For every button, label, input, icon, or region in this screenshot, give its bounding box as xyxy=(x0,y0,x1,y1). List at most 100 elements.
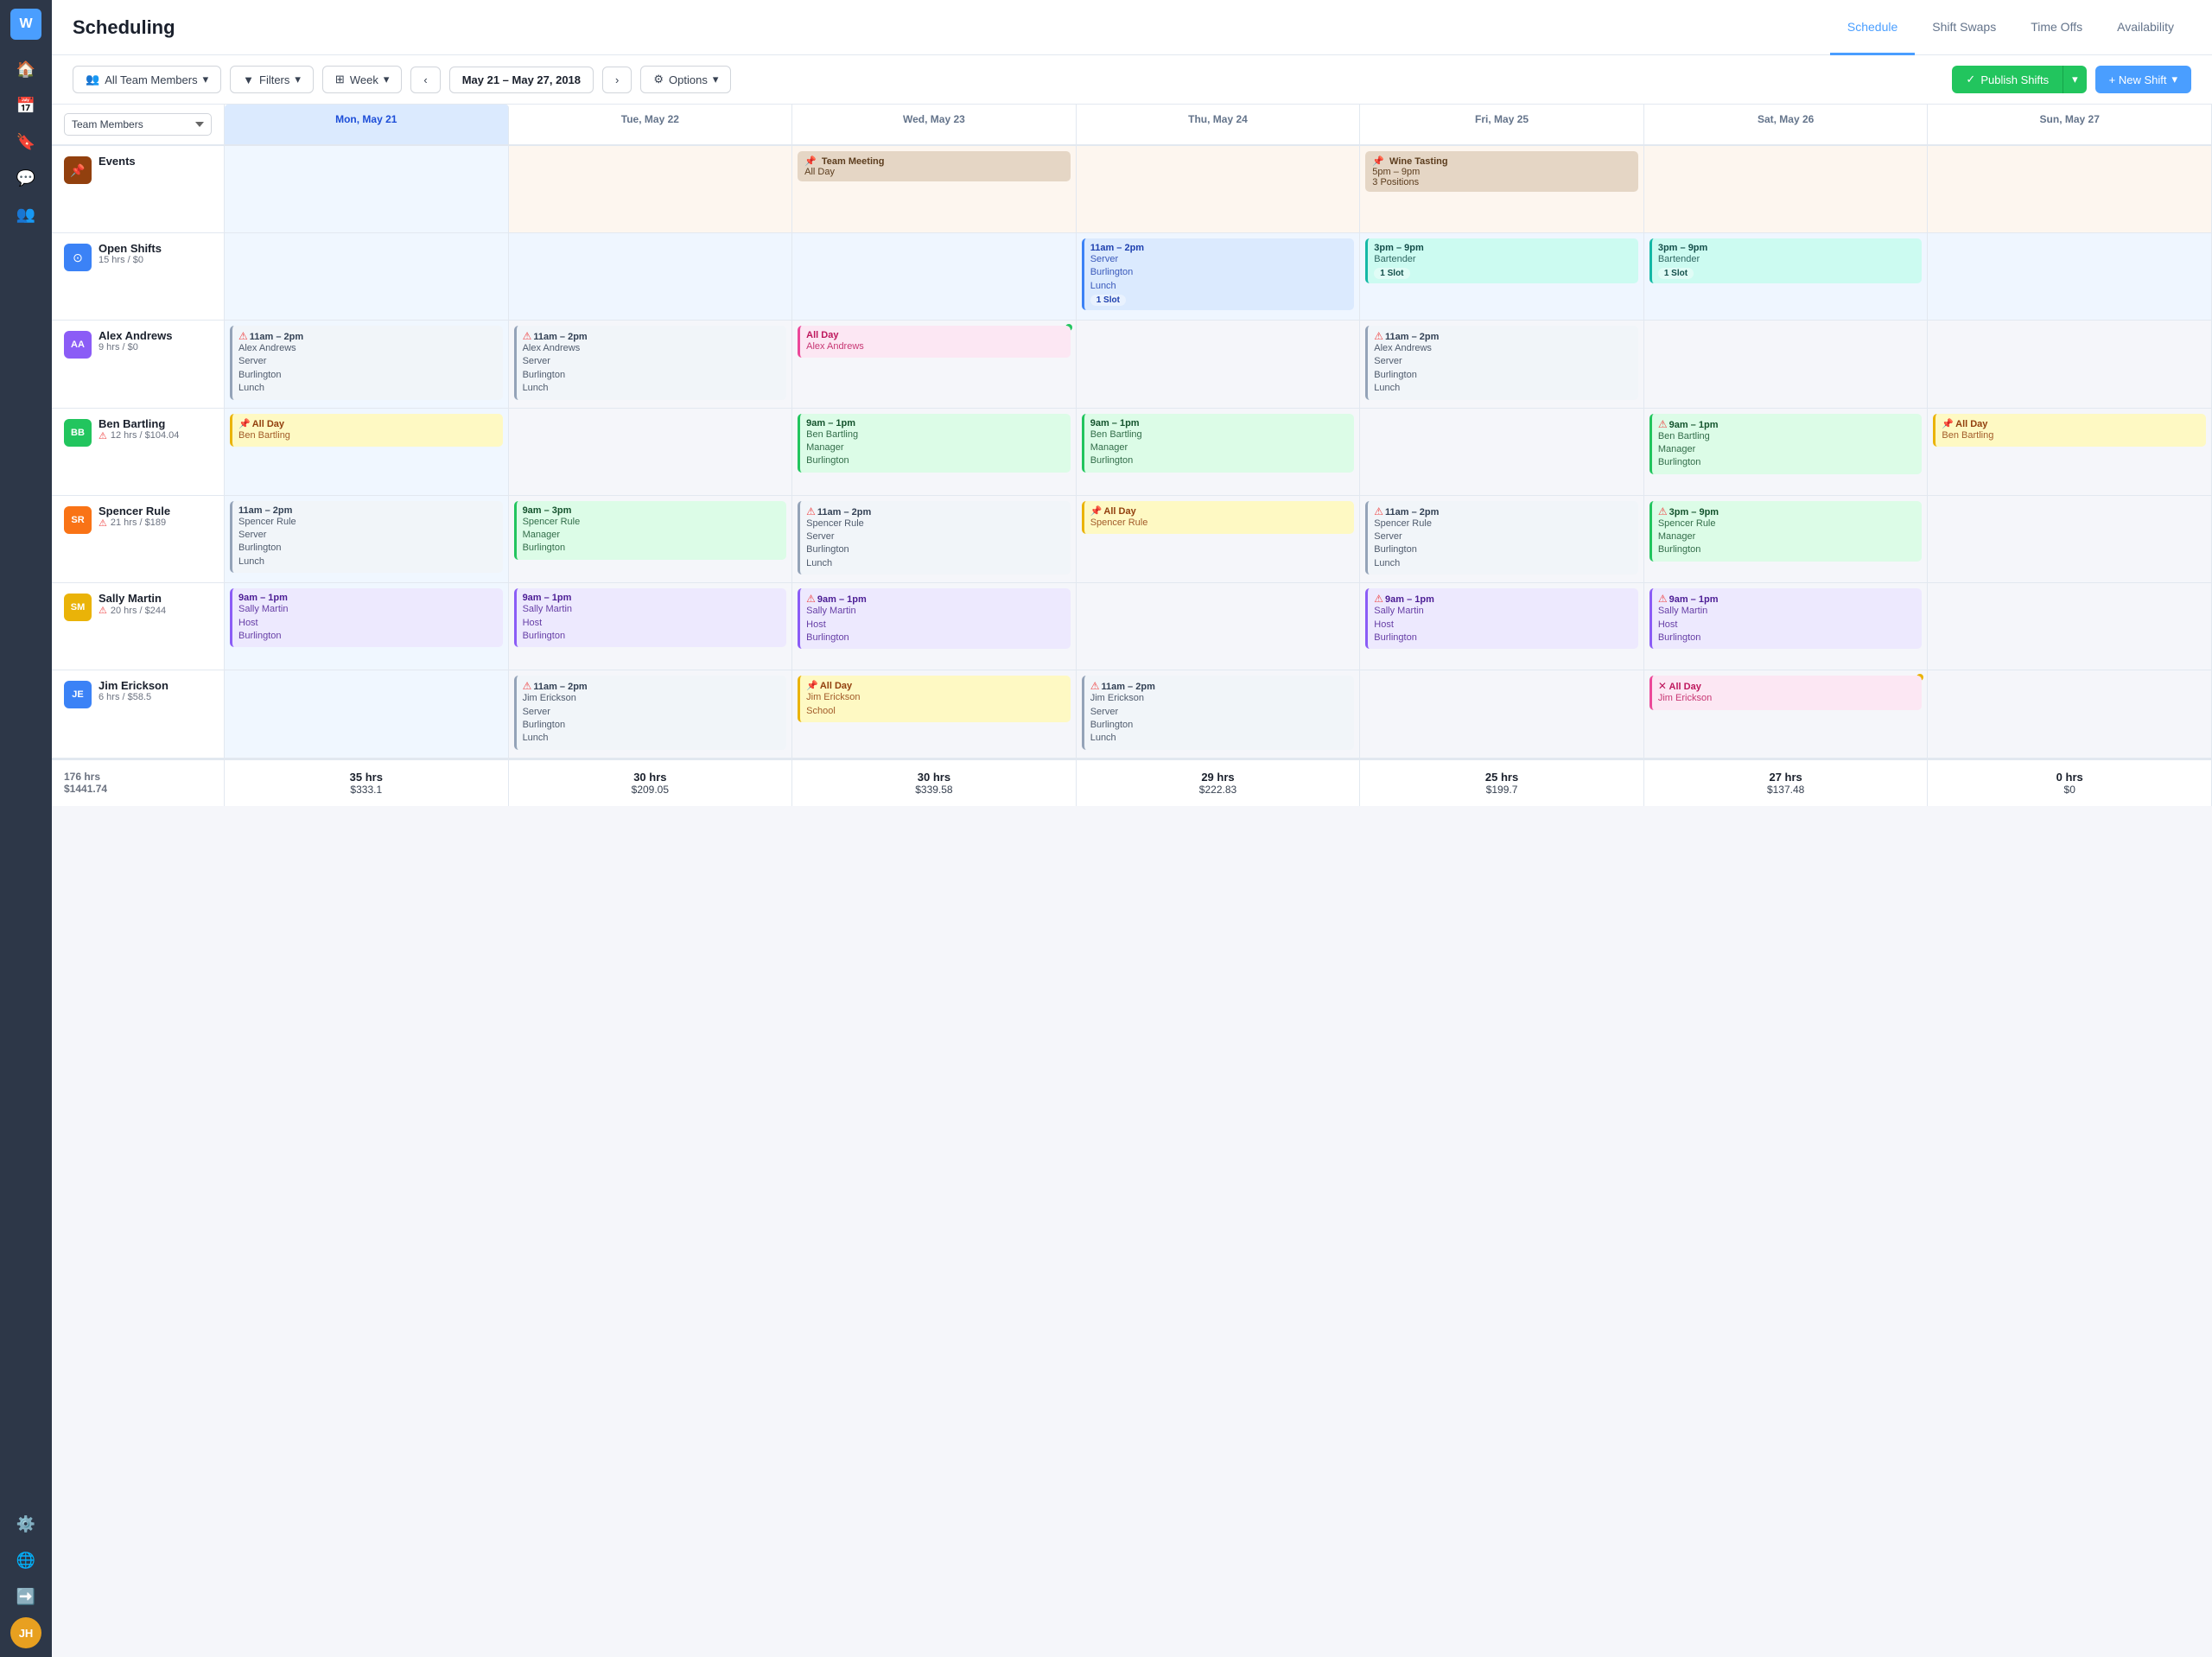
events-cell-4[interactable]: 📌 Wine Tasting 5pm – 9pm 3 Positions xyxy=(1360,146,1644,232)
spencer-cell-4[interactable]: ⚠11am – 2pm Spencer RuleServerBurlington… xyxy=(1360,496,1644,583)
ben-cell-6[interactable]: 📌All Day Ben Bartling xyxy=(1928,409,2212,495)
open-shifts-cell-5[interactable]: 3pm – 9pm Bartender 1 Slot xyxy=(1644,233,1929,320)
jim-shift-wed[interactable]: 📌All Day Jim EricksonSchool xyxy=(798,676,1071,722)
events-cell-2[interactable]: 📌 Team Meeting All Day xyxy=(792,146,1077,232)
ben-shift-thu[interactable]: 9am – 1pm Ben BartlingManagerBurlington xyxy=(1082,414,1355,473)
sally-cell-4[interactable]: ⚠9am – 1pm Sally MartinHostBurlington xyxy=(1360,583,1644,670)
sally-cell-0[interactable]: 9am – 1pm Sally MartinHostBurlington xyxy=(225,583,509,670)
ben-cell-3[interactable]: 9am – 1pm Ben BartlingManagerBurlington xyxy=(1077,409,1361,495)
new-shift-button[interactable]: + New Shift ▾ xyxy=(2095,66,2191,93)
alex-cell-5[interactable] xyxy=(1644,321,1929,408)
jim-shift-tue[interactable]: ⚠11am – 2pm Jim EricksonServerBurlington… xyxy=(514,676,787,750)
sally-shift-tue[interactable]: 9am – 1pm Sally MartinHostBurlington xyxy=(514,588,787,647)
sally-shift-sat[interactable]: ⚠9am – 1pm Sally MartinHostBurlington xyxy=(1649,588,1923,649)
alex-cell-2[interactable]: All Day Alex Andrews xyxy=(792,321,1077,408)
alex-cell-0[interactable]: ⚠11am – 2pm Alex AndrewsServerBurlington… xyxy=(225,321,509,408)
ben-cell-4[interactable] xyxy=(1360,409,1644,495)
alex-cell-4[interactable]: ⚠11am – 2pm Alex AndrewsServerBurlington… xyxy=(1360,321,1644,408)
publish-shifts-button[interactable]: ✓ Publish Shifts xyxy=(1952,66,2063,93)
jim-cell-3[interactable]: ⚠11am – 2pm Jim EricksonServerBurlington… xyxy=(1077,670,1361,758)
sally-shift-mon[interactable]: 9am – 1pm Sally MartinHostBurlington xyxy=(230,588,503,647)
tab-availability[interactable]: Availability xyxy=(2100,0,2191,55)
ben-cell-1[interactable] xyxy=(509,409,793,495)
spencer-cell-0[interactable]: 11am – 2pm Spencer RuleServerBurlingtonL… xyxy=(225,496,509,583)
open-shifts-cell-6[interactable] xyxy=(1928,233,2212,320)
jim-cell-4[interactable] xyxy=(1360,670,1644,758)
sally-cell-2[interactable]: ⚠9am – 1pm Sally MartinHostBurlington xyxy=(792,583,1077,670)
jim-cell-6[interactable] xyxy=(1928,670,2212,758)
open-shift-thu[interactable]: 11am – 2pm ServerBurlingtonLunch 1 Slot xyxy=(1082,238,1355,310)
sidebar-icon-chat[interactable]: 💬 xyxy=(10,162,41,194)
jim-cell-0[interactable] xyxy=(225,670,509,758)
spencer-cell-3[interactable]: 📌All Day Spencer Rule xyxy=(1077,496,1361,583)
sally-cell-5[interactable]: ⚠9am – 1pm Sally MartinHostBurlington xyxy=(1644,583,1929,670)
next-week-button[interactable]: › xyxy=(602,67,632,93)
team-meeting-event[interactable]: 📌 Team Meeting All Day xyxy=(798,151,1071,181)
events-cell-5[interactable] xyxy=(1644,146,1929,232)
prev-week-button[interactable]: ‹ xyxy=(410,67,440,93)
tab-time-offs[interactable]: Time Offs xyxy=(2013,0,2100,55)
ben-shift-wed[interactable]: 9am – 1pm Ben BartlingManagerBurlington xyxy=(798,414,1071,473)
open-shifts-cell-1[interactable] xyxy=(509,233,793,320)
sidebar-icon-bookmark[interactable]: 🔖 xyxy=(10,126,41,157)
open-shift-fri[interactable]: 3pm – 9pm Bartender 1 Slot xyxy=(1365,238,1638,283)
ben-shift-mon[interactable]: 📌All Day Ben Bartling xyxy=(230,414,503,447)
wine-tasting-event[interactable]: 📌 Wine Tasting 5pm – 9pm 3 Positions xyxy=(1365,151,1638,192)
sidebar-icon-settings[interactable]: ⚙️ xyxy=(10,1508,41,1540)
ben-cell-5[interactable]: ⚠9am – 1pm Ben BartlingManagerBurlington xyxy=(1644,409,1929,495)
ben-cell-2[interactable]: 9am – 1pm Ben BartlingManagerBurlington xyxy=(792,409,1077,495)
tab-shift-swaps[interactable]: Shift Swaps xyxy=(1915,0,2013,55)
events-cell-6[interactable] xyxy=(1928,146,2212,232)
open-shifts-cell-0[interactable] xyxy=(225,233,509,320)
alex-shift-mon[interactable]: ⚠11am – 2pm Alex AndrewsServerBurlington… xyxy=(230,326,503,400)
publish-dropdown-button[interactable]: ▾ xyxy=(2063,66,2087,93)
spencer-shift-fri[interactable]: ⚠11am – 2pm Spencer RuleServerBurlington… xyxy=(1365,501,1638,575)
spencer-shift-tue[interactable]: 9am – 3pm Spencer RuleManagerBurlington xyxy=(514,501,787,560)
sally-shift-wed[interactable]: ⚠9am – 1pm Sally MartinHostBurlington xyxy=(798,588,1071,649)
sally-cell-3[interactable] xyxy=(1077,583,1361,670)
events-cell-1[interactable] xyxy=(509,146,793,232)
sally-cell-6[interactable] xyxy=(1928,583,2212,670)
spencer-shift-wed[interactable]: ⚠11am – 2pm Spencer RuleServerBurlington… xyxy=(798,501,1071,575)
sally-cell-1[interactable]: 9am – 1pm Sally MartinHostBurlington xyxy=(509,583,793,670)
alex-shift-tue[interactable]: ⚠11am – 2pm Alex AndrewsServerBurlington… xyxy=(514,326,787,400)
sidebar-icon-calendar[interactable]: 📅 xyxy=(10,90,41,121)
jim-cell-1[interactable]: ⚠11am – 2pm Jim EricksonServerBurlington… xyxy=(509,670,793,758)
events-cell-3[interactable] xyxy=(1077,146,1361,232)
sally-shift-fri[interactable]: ⚠9am – 1pm Sally MartinHostBurlington xyxy=(1365,588,1638,649)
ben-shift-sun[interactable]: 📌All Day Ben Bartling xyxy=(1933,414,2206,447)
jim-cell-2[interactable]: 📌All Day Jim EricksonSchool xyxy=(792,670,1077,758)
filters-button[interactable]: ▼ Filters ▾ xyxy=(230,66,314,93)
week-selector[interactable]: ⊞ Week ▾ xyxy=(322,66,402,93)
spencer-cell-1[interactable]: 9am – 3pm Spencer RuleManagerBurlington xyxy=(509,496,793,583)
alex-cell-6[interactable] xyxy=(1928,321,2212,408)
ben-shift-sat[interactable]: ⚠9am – 1pm Ben BartlingManagerBurlington xyxy=(1649,414,1923,474)
spencer-cell-5[interactable]: ⚠3pm – 9pm Spencer RuleManagerBurlington xyxy=(1644,496,1929,583)
spencer-cell-6[interactable] xyxy=(1928,496,2212,583)
open-shifts-cell-3[interactable]: 11am – 2pm ServerBurlingtonLunch 1 Slot xyxy=(1077,233,1361,320)
sidebar-user-avatar[interactable]: JH xyxy=(10,1617,41,1648)
open-shifts-cell-2[interactable] xyxy=(792,233,1077,320)
jim-shift-sat[interactable]: ✕ All Day Jim Erickson xyxy=(1649,676,1923,709)
alex-shift-wed[interactable]: All Day Alex Andrews xyxy=(798,326,1071,358)
events-cell-0[interactable] xyxy=(225,146,509,232)
team-members-filter[interactable]: 👥 All Team Members ▾ xyxy=(73,66,221,93)
alex-cell-3[interactable] xyxy=(1077,321,1361,408)
spencer-shift-mon[interactable]: 11am – 2pm Spencer RuleServerBurlingtonL… xyxy=(230,501,503,574)
sidebar-icon-globe[interactable]: 🌐 xyxy=(10,1545,41,1576)
open-shift-sat[interactable]: 3pm – 9pm Bartender 1 Slot xyxy=(1649,238,1923,283)
ben-cell-0[interactable]: 📌All Day Ben Bartling xyxy=(225,409,509,495)
jim-cell-5[interactable]: ✕ All Day Jim Erickson xyxy=(1644,670,1929,758)
sidebar-icon-home[interactable]: 🏠 xyxy=(10,54,41,85)
open-shifts-cell-4[interactable]: 3pm – 9pm Bartender 1 Slot xyxy=(1360,233,1644,320)
tab-schedule[interactable]: Schedule xyxy=(1830,0,1915,55)
sidebar-icon-team[interactable]: 👥 xyxy=(10,199,41,230)
spencer-shift-sat[interactable]: ⚠3pm – 9pm Spencer RuleManagerBurlington xyxy=(1649,501,1923,562)
options-button[interactable]: ⚙ Options ▾ xyxy=(640,66,731,93)
alex-cell-1[interactable]: ⚠11am – 2pm Alex AndrewsServerBurlington… xyxy=(509,321,793,408)
alex-shift-fri[interactable]: ⚠11am – 2pm Alex AndrewsServerBurlington… xyxy=(1365,326,1638,400)
spencer-cell-2[interactable]: ⚠11am – 2pm Spencer RuleServerBurlington… xyxy=(792,496,1077,583)
team-members-select[interactable]: Team Members xyxy=(64,113,212,136)
sidebar-icon-arrow[interactable]: ➡️ xyxy=(10,1581,41,1612)
spencer-shift-thu[interactable]: 📌All Day Spencer Rule xyxy=(1082,501,1355,534)
